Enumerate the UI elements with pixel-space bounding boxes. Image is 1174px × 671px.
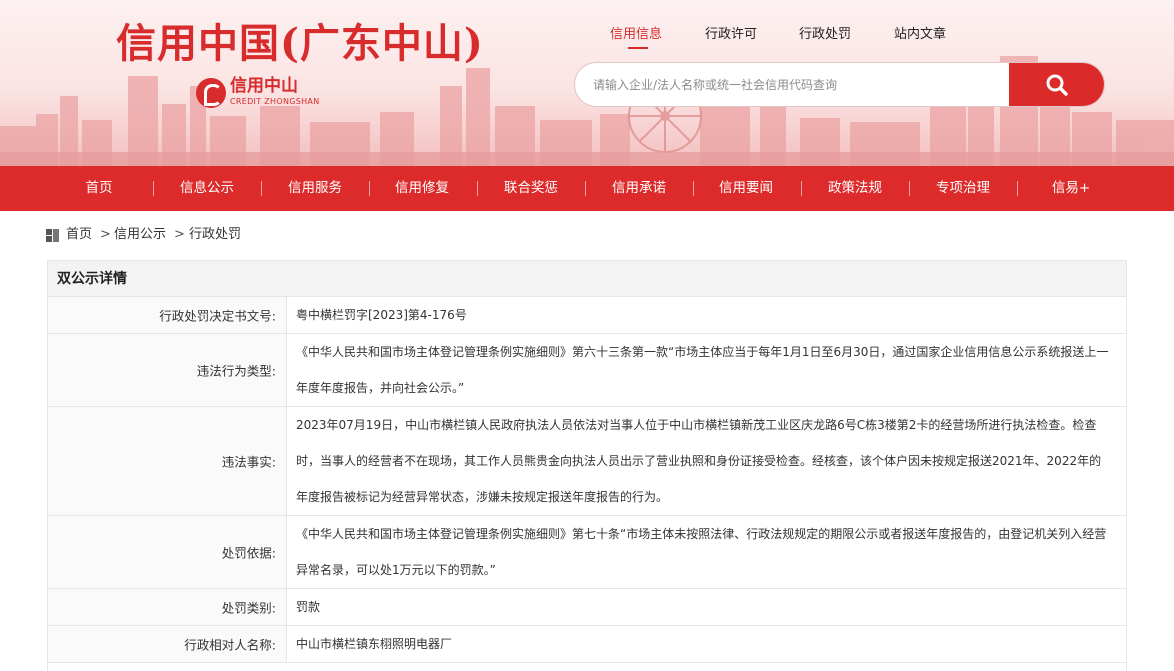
row-label: 处罚依据: [221, 545, 276, 561]
row-value: 粤中横栏罚字[2023]第4-176号 [296, 308, 467, 322]
logo-mark-icon [196, 78, 226, 108]
row-label: 行政处罚决定书文号: [159, 308, 276, 324]
nav-divider [693, 181, 694, 196]
nav-divider [801, 181, 802, 196]
search-bar [574, 62, 1105, 107]
nav-item-home[interactable]: 首页 [62, 166, 136, 211]
detail-row-penalty-category: 处罚类别: 罚款 [48, 589, 1126, 626]
top-link-admin-penalty[interactable]: 行政处罚 [799, 26, 851, 44]
panel-header: 双公示详情 [48, 261, 1126, 297]
nav-divider [261, 181, 262, 196]
detail-row-counterparty-name: 行政相对人名称: 中山市横栏镇东栩照明电器厂 [48, 626, 1126, 663]
nav-item-info-disclosure[interactable]: 信息公示 [170, 166, 244, 211]
row-value: 罚款 [296, 600, 321, 614]
row-label: 处罚类别: [221, 600, 276, 616]
breadcrumb-home[interactable]: 首页 [66, 226, 92, 244]
detail-row-violation-facts: 违法事实: 2023年07月19日，中山市横栏镇人民政府执法人员依法对当事人位于… [48, 407, 1126, 516]
breadcrumb-admin-penalty[interactable]: 行政处罚 [189, 226, 241, 244]
nav-divider [909, 181, 910, 196]
nav-item-policy-regulations[interactable]: 政策法规 [818, 166, 892, 211]
detail-panel: 双公示详情 行政处罚决定书文号: 粤中横栏罚字[2023]第4-176号 违法行… [47, 260, 1127, 671]
nav-divider [585, 181, 586, 196]
nav-item-credit-commitment[interactable]: 信用承诺 [602, 166, 676, 211]
row-value: 《中华人民共和国市场主体登记管理条例实施细则》第七十条“市场主体未按照法律、行政… [296, 527, 1107, 577]
top-link-admin-license[interactable]: 行政许可 [705, 26, 757, 44]
site-logo[interactable]: 信用中山 CREDIT ZHONGSHAN [196, 76, 346, 110]
search-input[interactable] [575, 63, 1011, 106]
top-link-site-articles[interactable]: 站内文章 [894, 26, 946, 44]
breadcrumb-separator: > [100, 227, 111, 242]
header-banner: 信用中国(广东中山) 信用中山 CREDIT ZHONGSHAN 信用信息 行政… [0, 0, 1174, 166]
nav-item-credit-repair[interactable]: 信用修复 [385, 166, 459, 211]
detail-row-violation-type: 违法行为类型: 《中华人民共和国市场主体登记管理条例实施细则》第六十三条第一款“… [48, 334, 1126, 407]
site-title: 信用中国(广东中山) [116, 20, 484, 67]
row-label: 行政相对人名称: [184, 637, 276, 653]
search-button[interactable] [1009, 63, 1104, 106]
nav-item-xinyi-plus[interactable]: 信易+ [1034, 166, 1108, 211]
row-value: 2023年07月19日，中山市横栏镇人民政府执法人员依法对当事人位于中山市横栏镇… [296, 418, 1102, 504]
detail-row-decision-number: 行政处罚决定书文号: 粤中横栏罚字[2023]第4-176号 [48, 297, 1126, 334]
row-value: 《中华人民共和国市场主体登记管理条例实施细则》第六十三条第一款“市场主体应当于每… [296, 345, 1109, 395]
breadcrumb-credit-disclosure[interactable]: 信用公示 [114, 226, 166, 244]
nav-item-joint-rewards[interactable]: 联合奖惩 [494, 166, 568, 211]
detail-row-penalty-basis: 处罚依据: 《中华人民共和国市场主体登记管理条例实施细则》第七十条“市场主体未按… [48, 516, 1126, 589]
row-value: 中山市横栏镇东栩照明电器厂 [296, 637, 453, 651]
top-link-credit-info[interactable]: 信用信息 [610, 26, 662, 49]
nav-divider [153, 181, 154, 196]
grid-icon [46, 229, 59, 242]
logo-subtext: CREDIT ZHONGSHAN [230, 97, 320, 106]
main-nav: 首页 信息公示 信用服务 信用修复 联合奖惩 信用承诺 信用要闻 政策法规 专项… [0, 166, 1174, 211]
breadcrumb-separator: > [174, 227, 185, 242]
row-label: 违法事实: [221, 454, 276, 470]
nav-item-credit-service[interactable]: 信用服务 [278, 166, 352, 211]
logo-text: 信用中山 [230, 76, 298, 96]
search-icon [1046, 74, 1068, 96]
row-label: 违法行为类型: [196, 363, 276, 379]
nav-item-special-governance[interactable]: 专项治理 [926, 166, 1000, 211]
nav-item-credit-news[interactable]: 信用要闻 [709, 166, 783, 211]
nav-divider [369, 181, 370, 196]
nav-divider [477, 181, 478, 196]
nav-divider [1017, 181, 1018, 196]
panel-title: 双公示详情 [57, 271, 127, 287]
